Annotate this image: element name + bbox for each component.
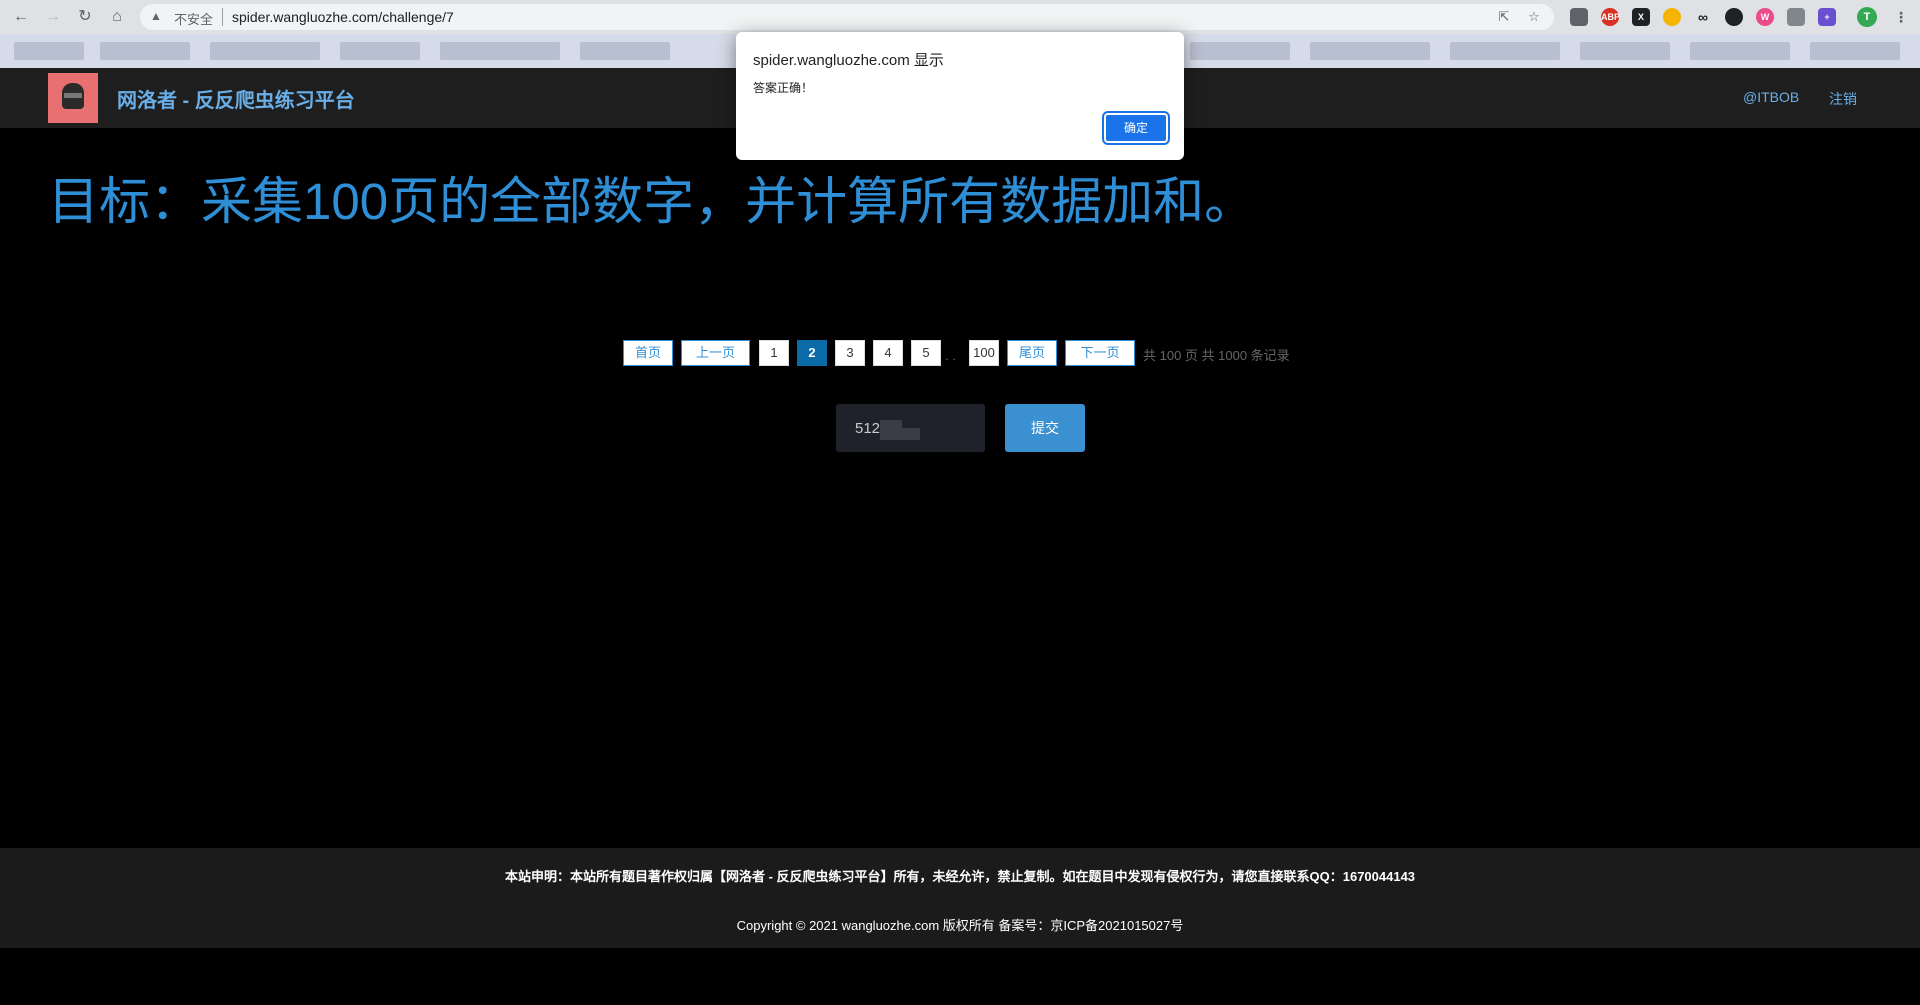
page-button-100[interactable]: 100 <box>969 340 999 366</box>
bookmark-placeholder[interactable] <box>440 42 560 60</box>
bookmark-placeholder[interactable] <box>580 42 670 60</box>
dialog-message: 答案正确！ <box>753 81 814 95</box>
dialog-title: spider.wangluozhe.com 显示 <box>753 52 944 69</box>
page-button-1[interactable]: 1 <box>759 340 789 366</box>
bookmark-placeholder[interactable] <box>1190 42 1290 60</box>
pagination-summary: 共 100 页 共 1000 条记录 <box>1143 348 1290 363</box>
bookmark-placeholder[interactable] <box>1310 42 1430 60</box>
shield-extension-icon[interactable] <box>1663 8 1681 26</box>
profile-avatar[interactable]: T <box>1857 7 1877 27</box>
page-button-2-current[interactable]: 2 <box>797 340 827 366</box>
user-link[interactable]: @ITBOB <box>1743 89 1799 105</box>
footer-notice: 本站申明：本站所有题目著作权归属【网洛者 - 反反爬虫练习平台】所有，未经允许，… <box>504 869 1416 884</box>
forward-icon[interactable]: → <box>42 6 64 28</box>
bookmark-star-icon[interactable]: ☆ <box>1526 9 1542 25</box>
redacted-digits <box>902 428 920 440</box>
page-button-5[interactable]: 5 <box>911 340 941 366</box>
bookmark-placeholder[interactable] <box>1810 42 1900 60</box>
security-label: 不安全 <box>174 12 214 27</box>
bookmark-placeholder[interactable] <box>1690 42 1790 60</box>
page-button-3[interactable]: 3 <box>835 340 865 366</box>
alert-dialog: spider.wangluozhe.com 显示 答案正确！ 确定 <box>736 32 1184 160</box>
x-extension-icon[interactable]: X <box>1632 8 1650 26</box>
bookmark-placeholder[interactable] <box>210 42 320 60</box>
prev-page-button[interactable]: 上一页 <box>681 340 750 366</box>
http-extension-icon[interactable] <box>1787 8 1805 26</box>
dialog-ok-button[interactable]: 确定 <box>1102 111 1170 145</box>
bookmark-placeholder[interactable] <box>14 42 84 60</box>
reload-icon[interactable]: ↻ <box>74 6 96 28</box>
extension-icon[interactable] <box>1570 8 1588 26</box>
circle-extension-icon[interactable] <box>1725 8 1743 26</box>
page-title: 目标：采集100页的全部数字，并计算所有数据加和。 <box>48 173 1256 230</box>
first-page-button[interactable]: 首页 <box>623 340 673 366</box>
menu-icon[interactable]: ⋮ <box>1892 8 1910 26</box>
adblock-extension-icon[interactable]: ABP <box>1601 8 1620 26</box>
redacted-digits <box>880 420 902 440</box>
bookmark-placeholder[interactable] <box>340 42 420 60</box>
bookmark-placeholder[interactable] <box>1580 42 1670 60</box>
warning-icon: ▲ <box>150 9 162 23</box>
bookmark-placeholder[interactable] <box>100 42 190 60</box>
divider <box>222 8 223 26</box>
mascot-visor <box>64 93 82 98</box>
back-icon[interactable]: ← <box>10 6 32 28</box>
footer-copyright: Copyright © 2021 wangluozhe.com 版权所有 备案号… <box>736 918 1184 933</box>
infinity-extension-icon[interactable]: ∞ <box>1694 8 1712 26</box>
puzzle-icon[interactable]: + <box>1818 8 1836 26</box>
next-page-button[interactable]: 下一页 <box>1065 340 1135 366</box>
last-page-button[interactable]: 尾页 <box>1007 340 1057 366</box>
site-footer: 本站申明：本站所有题目著作权归属【网洛者 - 反反爬虫练习平台】所有，未经允许，… <box>0 848 1920 948</box>
url-text[interactable]: spider.wangluozhe.com/challenge/7 <box>232 9 454 25</box>
wallet-extension-icon[interactable]: W <box>1756 8 1774 26</box>
submit-button[interactable]: 提交 <box>1005 404 1085 452</box>
home-icon[interactable]: ⌂ <box>106 6 128 28</box>
pagination-ellipsis: . . <box>945 348 956 363</box>
address-bar[interactable]: ▲ 不安全 spider.wangluozhe.com/challenge/7 … <box>140 4 1554 30</box>
site-title[interactable]: 网洛者 - 反反爬虫练习平台 <box>117 84 355 113</box>
page-button-4[interactable]: 4 <box>873 340 903 366</box>
logout-link[interactable]: 注销 <box>1829 89 1857 109</box>
browser-toolbar: ← → ↻ ⌂ ▲ 不安全 spider.wangluozhe.com/chal… <box>0 0 1920 34</box>
site-logo[interactable] <box>48 73 98 123</box>
share-icon[interactable]: ⇱ <box>1496 9 1512 25</box>
bookmark-placeholder[interactable] <box>1450 42 1560 60</box>
